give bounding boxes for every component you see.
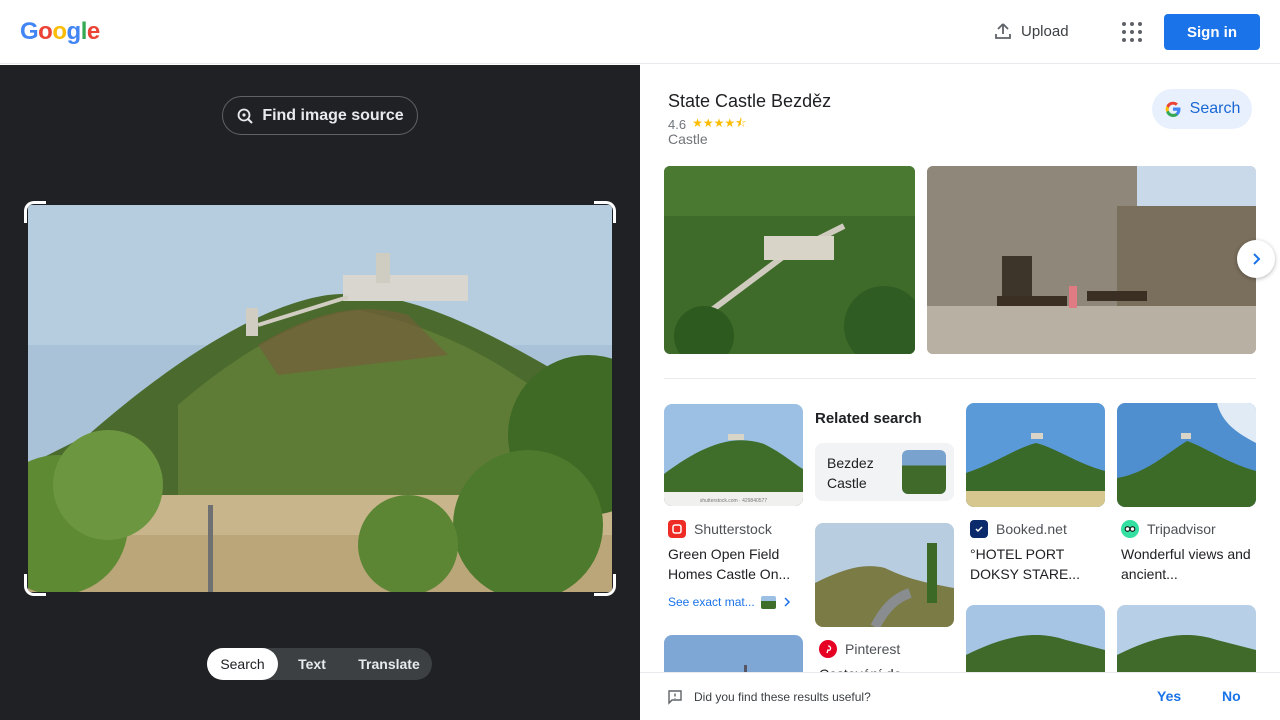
crop-handle-bottom-left[interactable] [24,574,46,596]
lens-image-panel: Find image source Search Text Translate [0,65,640,720]
google-search-button[interactable]: Search [1152,89,1252,129]
source-name: Booked.net [996,521,1067,537]
thumb-watermark: shutterstock.com · 429840577 [699,498,768,504]
query-photo [28,205,612,592]
related-search-thumb [902,450,946,494]
logo-letter: o [38,18,53,45]
entity-photo-aerial[interactable] [664,166,915,354]
feedback-bar: Did you find these results useful? Yes N… [640,672,1280,720]
google-search-label: Search [1189,100,1241,117]
result-thumb-shutterstock[interactable]: shutterstock.com · 429840577 [664,404,803,506]
section-divider [664,378,1256,379]
source-name: Shutterstock [694,521,772,537]
logo-letter: o [52,18,67,45]
find-image-source-button[interactable]: Find image source [222,96,418,135]
see-exact-matches-label: See exact mat... [668,595,755,609]
pinterest-icon [819,640,837,658]
apps-grid-icon[interactable] [1122,22,1142,42]
lens-search-icon [237,108,254,124]
chevron-right-icon [784,597,790,607]
feedback-no-button[interactable]: No [1222,688,1241,704]
crop-handle-bottom-right[interactable] [594,574,616,596]
find-image-source-label: Find image source [262,106,404,124]
crop-handle-top-right[interactable] [594,201,616,223]
upload-icon [995,23,1011,39]
entity-category: Castle [668,131,708,147]
chevron-right-icon [1253,253,1261,265]
see-exact-matches-link[interactable]: See exact mat... [668,595,792,609]
booked-net-icon [970,520,988,538]
logo-letter: e [86,18,100,45]
results-panel: State Castle Bezděz 4.6 ★★★★⯪ Castle Sea… [640,65,1280,720]
top-bar: Google Upload Sign in [0,0,1280,64]
result-caption[interactable]: °HOTEL PORT DOKSY STARE... [970,544,1108,584]
feedback-icon [668,690,682,705]
related-search-chip[interactable]: Bezdez Castle [815,443,954,501]
feedback-question: Did you find these results useful? [694,690,871,704]
crop-handle-top-left[interactable] [24,201,46,223]
result-source-pinterest[interactable]: Pinterest [819,640,900,658]
upload-label: Upload [1021,22,1069,40]
tripadvisor-icon [1121,520,1139,538]
logo-letter: G [20,18,39,45]
mode-translate-tab[interactable]: Translate [346,648,432,680]
result-caption[interactable]: Wonderful views and ancient... [1121,544,1259,584]
feedback-yes-button[interactable]: Yes [1157,688,1181,704]
next-images-button[interactable] [1237,240,1275,278]
result-source-booked[interactable]: Booked.net [970,520,1067,538]
crop-selection[interactable] [24,201,616,596]
mode-text-tab[interactable]: Text [278,648,346,680]
related-search-label: Bezdez Castle [827,455,874,491]
source-name: Pinterest [845,641,901,657]
result-source-tripadvisor[interactable]: Tripadvisor [1121,520,1216,538]
google-g-icon [1165,101,1181,117]
source-name: Tripadvisor [1147,521,1216,537]
result-thumb-booked[interactable] [966,403,1105,507]
google-logo[interactable]: Google [20,18,100,46]
shutterstock-icon [668,520,686,538]
result-caption[interactable]: Green Open Field Homes Castle On... [668,544,806,584]
rating-value: 4.6 [668,117,687,132]
related-search-heading: Related search [815,410,922,427]
lens-mode-switcher: Search Text Translate [207,648,432,680]
exact-match-thumb [760,595,776,609]
entity-title[interactable]: State Castle Bezděz [668,91,831,112]
result-thumb-pinterest[interactable] [815,523,954,627]
sign-in-button[interactable]: Sign in [1164,14,1260,50]
upload-button[interactable]: Upload [993,21,1069,41]
result-source-shutterstock[interactable]: Shutterstock [668,520,772,538]
logo-letter: g [66,18,82,45]
mode-search-tab[interactable]: Search [207,648,278,680]
entity-photo-courtyard[interactable] [927,166,1256,354]
result-thumb-tripadvisor[interactable] [1117,403,1256,507]
